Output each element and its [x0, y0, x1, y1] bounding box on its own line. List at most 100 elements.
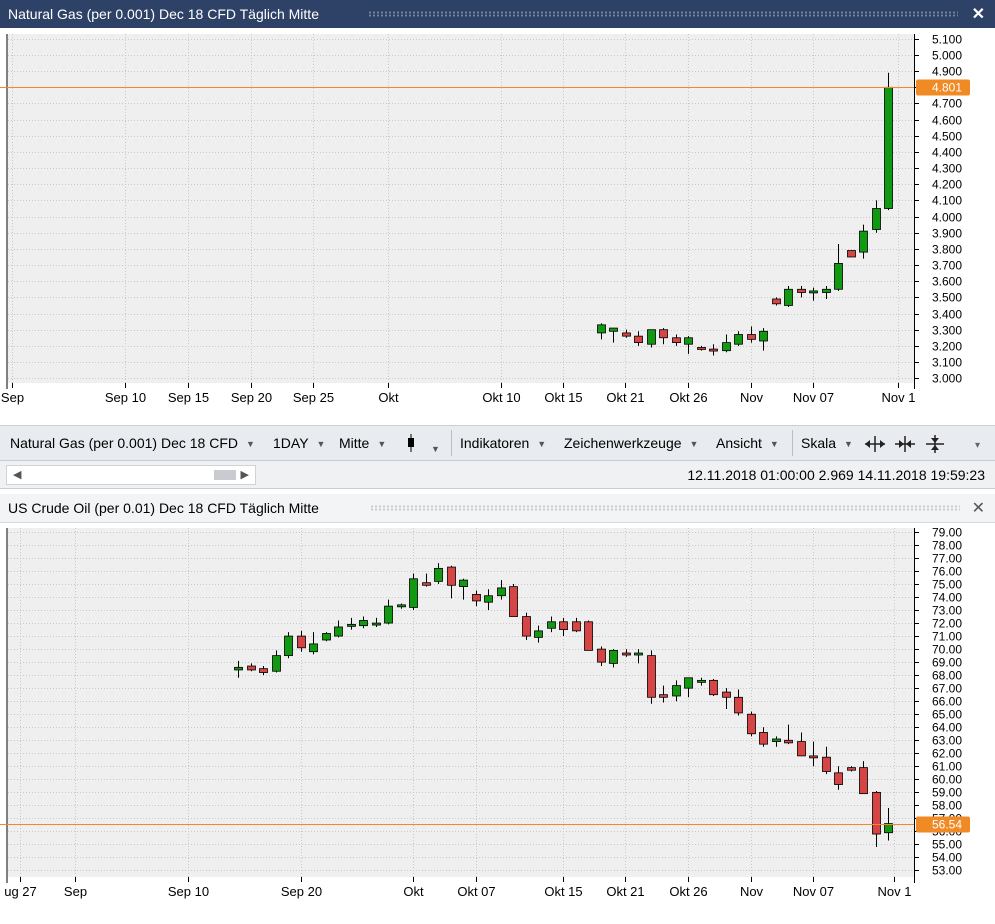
candle-body [559, 621, 568, 630]
horizontal-scrollbar[interactable]: ◀ ▶ [6, 465, 256, 485]
compress-horizontal-icon[interactable] [894, 434, 916, 454]
candle-body [884, 86, 893, 209]
candle-body [697, 347, 706, 350]
candle-body [359, 620, 368, 627]
y-tick-label: 63.00 [932, 734, 962, 748]
candle-body [322, 633, 331, 641]
x-tick-label: Okt 10 [482, 390, 520, 405]
candle-body [547, 621, 556, 629]
candle-body [534, 630, 543, 638]
toolbar-overflow-icon[interactable]: ▾ [975, 440, 980, 451]
chevron-down-icon: ▼ [689, 439, 699, 450]
candle-body [784, 739, 793, 744]
candle-body [522, 616, 531, 637]
candle-body [847, 767, 856, 771]
candle-body [834, 263, 843, 290]
scrollbar-thumb[interactable] [214, 470, 236, 480]
y-tick-label: 3.900 [932, 227, 962, 241]
chevron-down-icon: ▼ [769, 439, 779, 450]
candle-body [447, 566, 456, 586]
chevron-down-icon: ▼ [316, 439, 326, 450]
scale-menu[interactable]: Skala ▼ [801, 435, 853, 451]
scroll-left-icon[interactable]: ◀ [13, 468, 21, 481]
candle-body [734, 334, 743, 345]
indicators-menu[interactable]: Indikatoren ▼ [460, 435, 546, 451]
candle-body [772, 298, 781, 305]
y-tick-label: 4.300 [932, 162, 962, 176]
candle-body [822, 756, 831, 772]
y-tick-label: 3.100 [932, 356, 962, 370]
y-tick-label: 74.00 [932, 591, 962, 605]
x-tick-label: ug 27 [4, 884, 37, 899]
y-tick-label: 61.00 [932, 760, 962, 774]
candle-body [584, 621, 593, 651]
candle-body [247, 665, 256, 671]
x-tick-label: Okt 21 [606, 884, 644, 899]
candle-body [659, 694, 668, 698]
candle-body [697, 679, 706, 683]
window-titlebar[interactable]: Natural Gas (per 0.001) Dec 18 CFD Tägli… [0, 0, 995, 28]
x-tick-label: Nov [740, 884, 764, 899]
candle-body [747, 713, 756, 735]
x-tick-label: Okt 26 [669, 390, 707, 405]
y-tick-label: 4.600 [932, 114, 962, 128]
current-price-label: 56.54 [932, 818, 962, 832]
y-tick-label: 5.100 [932, 33, 962, 47]
candle-body [409, 578, 418, 608]
x-tick-label: Sep 15 [168, 390, 209, 405]
candle-body [334, 626, 343, 637]
candle-body [759, 330, 768, 342]
crude-oil-candlestick-chart[interactable]: 79.0078.0077.0076.0075.0074.0073.0072.00… [0, 522, 995, 924]
candle-body [722, 342, 731, 352]
candle-body [397, 604, 406, 608]
price-type-dropdown[interactable]: Mitte ▼ [339, 435, 386, 451]
scroll-right-icon[interactable]: ▶ [241, 468, 249, 481]
candle-body [647, 329, 656, 345]
x-tick-label: Okt 21 [606, 390, 644, 405]
y-tick-label: 54.00 [932, 851, 962, 865]
view-menu[interactable]: Ansicht ▼ [716, 435, 779, 451]
drawing-tools-menu[interactable]: Zeichenwerkzeuge ▼ [564, 435, 698, 451]
x-tick-label: Sep [1, 390, 24, 405]
instrument-dropdown[interactable]: Natural Gas (per 0.001) Dec 18 CFD ▼ [10, 435, 255, 451]
candle-body [497, 587, 506, 597]
candle-body [609, 650, 618, 664]
y-tick-label: 3.700 [932, 259, 962, 273]
status-text: 12.11.2018 01:00:00 2.969 14.11.2018 19:… [687, 467, 985, 483]
close-icon[interactable]: ✕ [972, 498, 985, 518]
chart-type-dropdown[interactable]: ▼ [405, 433, 440, 456]
y-tick-label: 3.300 [932, 324, 962, 338]
candle-body [659, 329, 668, 339]
chevron-down-icon: ▼ [245, 439, 255, 450]
y-tick-label: 4.100 [932, 194, 962, 208]
interval-label: 1DAY [273, 435, 309, 451]
y-tick-label: 3.600 [932, 275, 962, 289]
candle-body [234, 666, 243, 671]
compress-vertical-icon[interactable] [924, 434, 946, 454]
y-tick-label: 64.00 [932, 721, 962, 735]
candle-body [772, 738, 781, 742]
window-titlebar[interactable]: US Crude Oil (per 0.01) Dec 18 CFD Tägli… [0, 494, 995, 523]
status-bar: ◀ ▶ 12.11.2018 01:00:00 2.969 14.11.2018… [0, 461, 995, 489]
interval-dropdown[interactable]: 1DAY ▼ [273, 435, 325, 451]
y-tick-label: 55.00 [932, 838, 962, 852]
natural-gas-chart-window: Natural Gas (per 0.001) Dec 18 CFD Tägli… [0, 0, 995, 493]
drawing-tools-label: Zeichenwerkzeuge [564, 435, 682, 451]
y-tick-label: 3.800 [932, 243, 962, 257]
x-tick-label: Nov [740, 390, 764, 405]
expand-horizontal-icon[interactable] [864, 434, 886, 454]
x-tick-label: Nov 1 [882, 390, 916, 405]
x-tick-label: Okt 26 [669, 884, 707, 899]
natural-gas-candlestick-chart[interactable]: 5.1005.0004.9004.8004.7004.6004.5004.400… [0, 28, 995, 425]
candle-body [872, 791, 881, 835]
x-tick-label: Nov 07 [793, 390, 834, 405]
candle-body [747, 334, 756, 340]
candle-body [809, 755, 818, 759]
candle-body [647, 655, 656, 698]
y-tick-label: 76.00 [932, 565, 962, 579]
y-tick-label: 5.000 [932, 49, 962, 63]
candle-body [434, 567, 443, 582]
close-icon[interactable]: ✕ [972, 4, 985, 24]
candle-body [372, 622, 381, 626]
y-tick-label: 75.00 [932, 578, 962, 592]
